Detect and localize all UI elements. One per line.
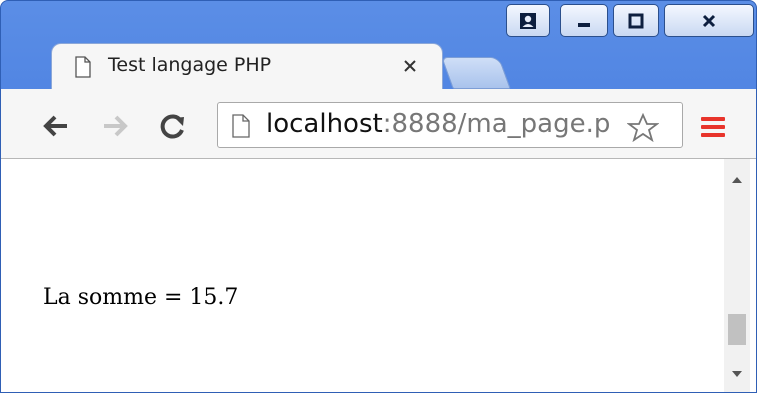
url-path: :8888/ma_page.p — [382, 109, 611, 139]
menu-bar — [701, 125, 725, 129]
browser-tab[interactable]: Test langage PHP — [51, 43, 443, 91]
toolbar: localhost:8888/ma_page.p — [1, 89, 756, 159]
page-icon — [75, 56, 91, 78]
forward-arrow-icon — [104, 115, 128, 137]
tab-close-button[interactable] — [399, 55, 421, 77]
star-icon[interactable] — [627, 113, 659, 143]
browser-window: Test langage PHP localhost:8888/ma_page.… — [0, 0, 757, 393]
scroll-down-arrow-icon[interactable] — [732, 371, 742, 377]
new-tab-button[interactable] — [441, 57, 511, 89]
back-button[interactable] — [39, 111, 73, 141]
page-viewport: La somme = 15.7 — [1, 159, 756, 392]
url-host: localhost — [266, 109, 383, 139]
scroll-thumb[interactable] — [728, 314, 746, 345]
minimize-icon — [578, 22, 590, 27]
page-icon — [232, 114, 250, 138]
user-icon — [520, 12, 536, 29]
scroll-up-arrow-icon[interactable] — [732, 177, 742, 183]
menu-bar — [701, 117, 725, 121]
back-arrow-icon — [43, 115, 67, 137]
maximize-icon — [628, 13, 644, 28]
close-icon — [404, 60, 416, 72]
forward-button[interactable] — [98, 111, 132, 141]
reload-icon — [160, 114, 184, 139]
maximize-button[interactable] — [613, 4, 659, 37]
user-profile-button[interactable] — [506, 4, 550, 37]
address-bar[interactable]: localhost:8888/ma_page.p — [217, 102, 683, 148]
menu-button[interactable] — [701, 117, 725, 139]
reload-button[interactable] — [156, 111, 190, 141]
close-icon — [702, 14, 716, 27]
vertical-scrollbar[interactable] — [724, 159, 750, 392]
sum-result-text: La somme = 15.7 — [43, 285, 239, 310]
minimize-button[interactable] — [560, 4, 608, 37]
tab-title: Test langage PHP — [108, 54, 272, 76]
url-text[interactable]: localhost:8888/ma_page.p — [266, 109, 610, 139]
close-window-button[interactable] — [664, 4, 754, 37]
menu-bar — [701, 133, 725, 137]
